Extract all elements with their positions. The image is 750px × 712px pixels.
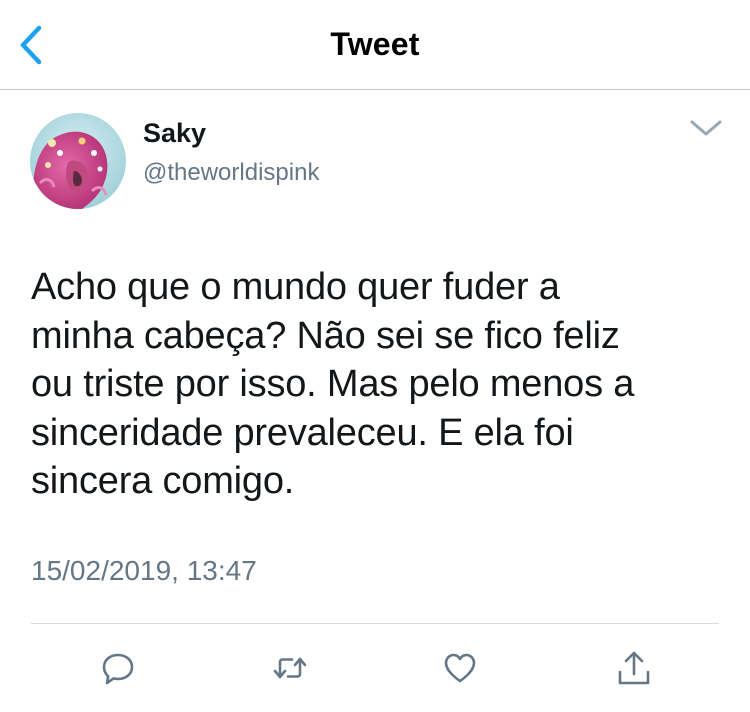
avatar[interactable] (30, 113, 126, 209)
chevron-down-icon (690, 120, 722, 136)
reply-icon (102, 653, 134, 685)
like-button[interactable] (440, 648, 480, 688)
display-name[interactable]: Saky (143, 118, 206, 149)
retweet-button[interactable] (270, 648, 310, 688)
more-options-button[interactable] (688, 114, 724, 142)
tweet-timestamp: 15/02/2019, 13:47 (31, 555, 257, 586)
share-icon (618, 651, 650, 685)
avatar-photo (30, 113, 126, 209)
tweet-text: Acho que o mundo quer fuder a minha cabe… (31, 266, 635, 502)
share-button[interactable] (614, 648, 654, 688)
like-icon (444, 653, 476, 683)
user-handle[interactable]: @theworldispink (143, 159, 319, 187)
page-title: Tweet (330, 26, 420, 62)
nav-bar: Tweet (0, 0, 750, 90)
reply-button[interactable] (98, 648, 138, 688)
retweet-icon (273, 657, 307, 679)
divider (31, 623, 719, 624)
